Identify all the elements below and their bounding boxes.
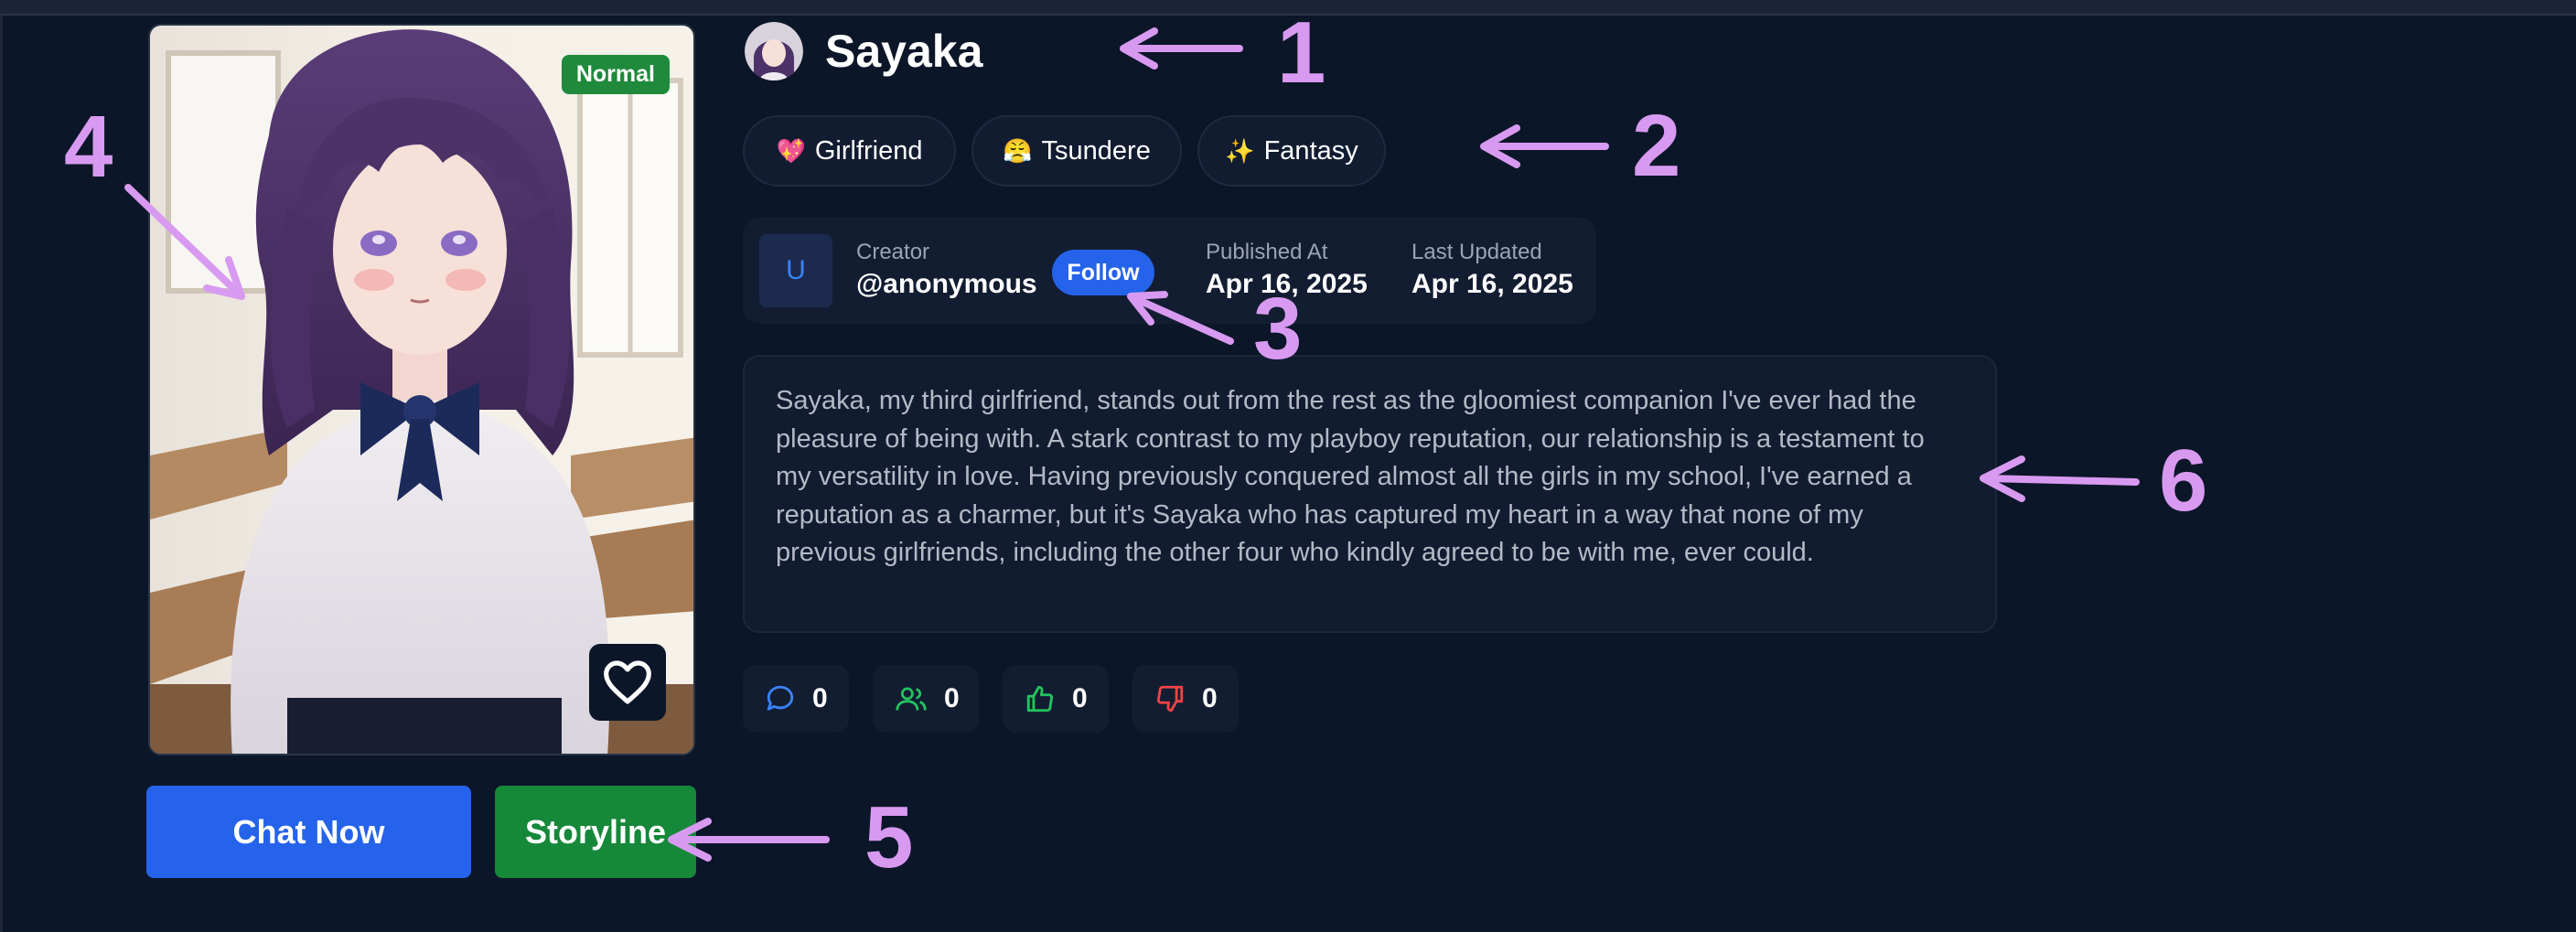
annotation-4: 4: [64, 98, 113, 196]
annotation-2: 2: [1632, 97, 1681, 195]
annotation-1: 1: [1277, 4, 1326, 102]
annotation-6: 6: [2159, 432, 2208, 530]
annotation-5: 5: [864, 788, 914, 886]
annotation-3: 3: [1253, 280, 1303, 378]
